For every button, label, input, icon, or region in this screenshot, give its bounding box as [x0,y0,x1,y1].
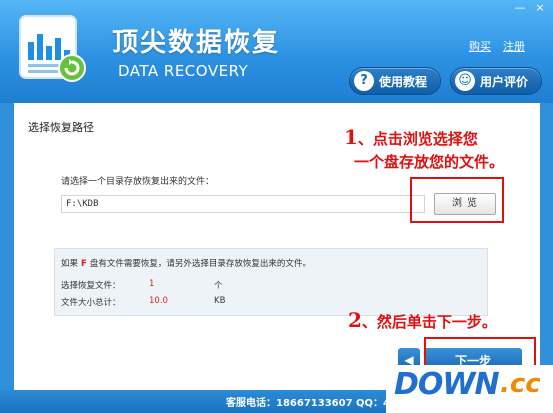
annotation-step1-number: 1 [344,125,358,149]
app-title: 顶尖数据恢复 [112,28,281,58]
smiley-icon: ☺ [455,71,475,91]
annotation-highlight-browse [410,177,504,223]
file-count-label: 选择恢复文件： [61,281,121,291]
tutorial-button[interactable]: ? 使用教程 [349,67,441,95]
info-note-suffix: 盘有文件需要恢复，请另外选择目录存放恢复出来的文件。 [89,259,311,269]
annotation-step2: 2、然后单击下一步。 [348,309,497,333]
data-recovery-logo-icon [19,15,86,82]
file-size-label: 文件大小总计： [61,298,121,308]
annotation-step1-line1: 1、点击浏览选择您 [344,126,478,150]
app-window: 顶尖数据恢复 DATA RECOVERY — × 购买 注册 ? 使用教程 ☺ … [0,0,553,413]
minimize-icon[interactable]: — [513,2,527,14]
window-controls: — × [513,2,547,14]
register-link[interactable]: 注册 [503,38,525,54]
info-note: 如果 F 盘有文件需要恢复，请另外选择目录存放恢复出来的文件。 [61,257,311,269]
info-note-prefix: 如果 [61,259,79,269]
top-links: 购买 注册 [469,38,525,54]
recovery-path-input[interactable]: F:\KDB [61,195,425,213]
buy-link[interactable]: 购买 [469,38,491,54]
tutorial-button-label: 使用教程 [379,74,428,89]
site-watermark: DOWN .cc [386,365,553,413]
file-size-unit: KB [214,296,226,306]
support-contact: 客服电话：18667133607 QQ：4 [226,398,390,409]
info-box: 如果 F 盘有文件需要恢复，请另外选择目录存放恢复出来的文件。 选择恢复文件： 1 … [54,248,488,316]
close-icon[interactable]: × [533,2,547,14]
drive-letter: F [81,259,87,269]
annotation-step1-line2: 一个盘存放您的文件。 [354,153,505,171]
file-count-unit: 个 [214,281,223,291]
watermark-down-text: DOWN [394,367,500,402]
path-prompt: 请选择一个目录存放恢复出来的文件： [61,177,215,187]
annotation-step2-number: 2 [348,308,362,332]
file-count-value: 1 [149,279,155,289]
header: 顶尖数据恢复 DATA RECOVERY — × 购买 注册 ? 使用教程 ☺ … [0,0,553,103]
watermark-cc-text: .cc [500,369,541,399]
annotation-step1-text: 、点击浏览选择您 [357,130,478,148]
review-button-label: 用户评价 [480,74,529,89]
review-button[interactable]: ☺ 用户评价 [450,67,542,95]
question-icon: ? [354,71,374,91]
section-title: 选择恢复路径 [28,121,94,134]
file-size-value: 10.0 [149,296,168,306]
app-subtitle: DATA RECOVERY [118,62,249,80]
annotation-step2-text: 、然后单击下一步。 [361,313,497,331]
